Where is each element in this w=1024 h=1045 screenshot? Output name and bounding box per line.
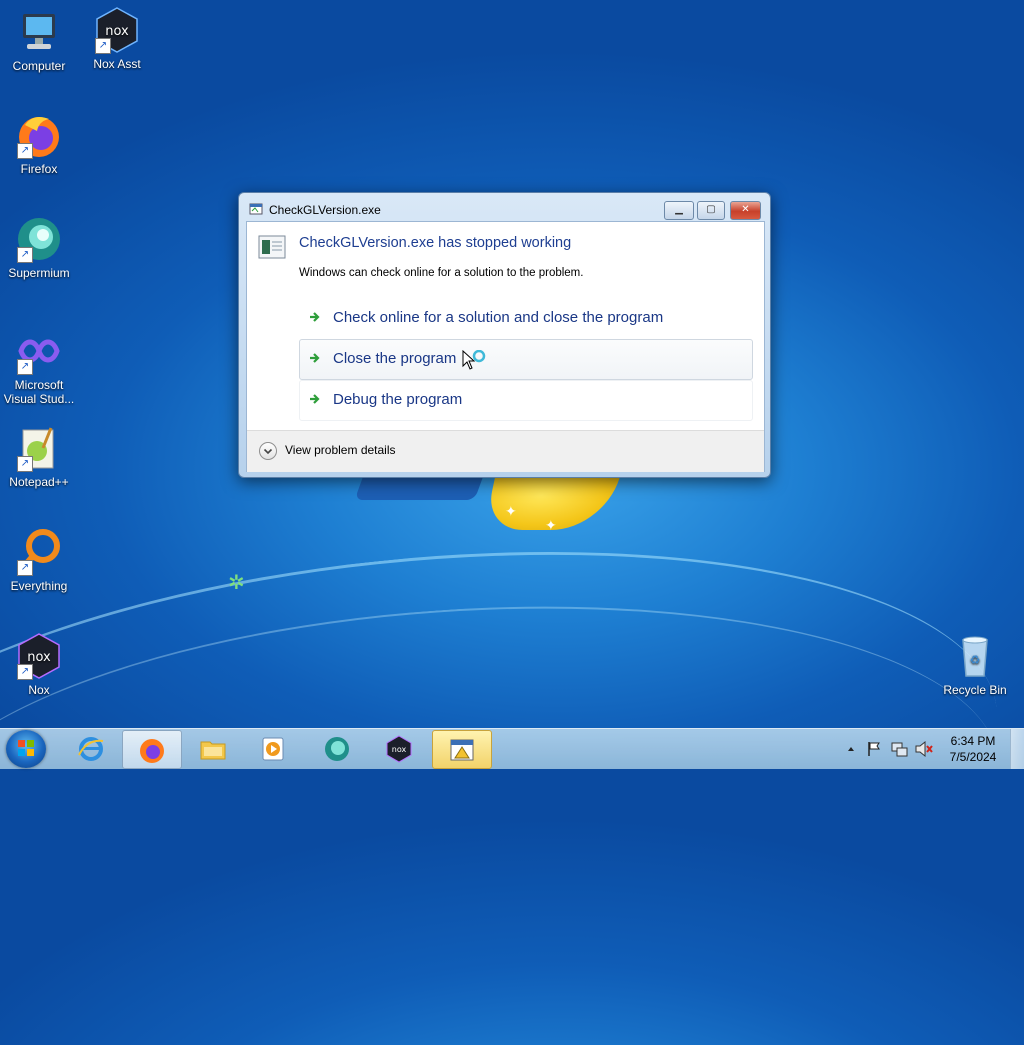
dialog-footer: View problem details bbox=[247, 430, 764, 472]
taskbar-firefox[interactable] bbox=[122, 730, 182, 769]
dialog-headline: CheckGLVersion.exe has stopped working bbox=[299, 235, 572, 251]
green-arrow-icon bbox=[308, 351, 322, 365]
explorer-folder-icon bbox=[199, 735, 227, 763]
computer-icon bbox=[15, 8, 63, 56]
error-dialog: CheckGLVersion.exe ▁ ▢ ✕ CheckGLVersion.… bbox=[238, 192, 771, 478]
wallpaper-sparkle: ✲ bbox=[228, 570, 245, 594]
shortcut-arrow-icon: ↗ bbox=[17, 143, 33, 159]
visual-studio-icon: ↗ bbox=[15, 327, 63, 375]
debug-program-option[interactable]: Debug the program bbox=[299, 380, 753, 421]
program-window-icon bbox=[258, 235, 286, 259]
everything-search-icon: ↗ bbox=[15, 528, 63, 576]
nox-icon: nox ↗ bbox=[15, 632, 63, 680]
action-center-icon[interactable] bbox=[866, 739, 882, 759]
nox-asst-icon: nox ↗ bbox=[93, 6, 141, 54]
dialog-subtext: Windows can check online for a solution … bbox=[299, 267, 584, 279]
maximize-icon: ▢ bbox=[706, 204, 716, 215]
minimize-icon: ▁ bbox=[675, 204, 683, 215]
chevron-up-icon bbox=[848, 747, 854, 751]
shortcut-arrow-icon: ↗ bbox=[95, 38, 111, 54]
svg-text:♻: ♻ bbox=[970, 653, 981, 667]
taskbar-internet-explorer[interactable] bbox=[62, 730, 120, 767]
check-online-option[interactable]: Check online for a solution and close th… bbox=[299, 298, 753, 339]
minimize-button[interactable]: ▁ bbox=[664, 201, 694, 220]
maximize-button[interactable]: ▢ bbox=[697, 201, 725, 220]
shortcut-arrow-icon: ↗ bbox=[17, 456, 33, 472]
view-details-link[interactable]: View problem details bbox=[285, 443, 396, 457]
supermium-icon bbox=[323, 735, 351, 763]
wallpaper-swoosh bbox=[0, 572, 1012, 1030]
desktop-icon-supermium[interactable]: ↗ Supermium bbox=[0, 215, 78, 280]
desktop-icon-firefox[interactable]: ↗ Firefox bbox=[0, 111, 78, 176]
internet-explorer-icon bbox=[77, 735, 105, 763]
shortcut-arrow-icon: ↗ bbox=[17, 664, 33, 680]
svg-text:nox: nox bbox=[27, 650, 51, 665]
close-icon: ✕ bbox=[741, 204, 750, 215]
option-label: Debug the program bbox=[333, 391, 463, 408]
taskbar-explorer[interactable] bbox=[184, 730, 242, 767]
option-label: Close the program bbox=[333, 350, 457, 367]
svg-text:nox: nox bbox=[105, 24, 129, 39]
taskbar-nox[interactable]: nox bbox=[370, 730, 428, 767]
desktop-icon-nox-asst[interactable]: nox ↗ Nox Asst bbox=[78, 6, 156, 71]
wallpaper-swoosh bbox=[0, 498, 1019, 1045]
svg-text:nox: nox bbox=[392, 745, 407, 754]
shortcut-arrow-icon: ↗ bbox=[17, 359, 33, 375]
error-report-icon bbox=[448, 736, 476, 764]
show-hidden-icons-button[interactable] bbox=[846, 739, 856, 759]
taskbar-supermium[interactable] bbox=[308, 730, 366, 767]
clock-date: 7/5/2024 bbox=[949, 750, 997, 764]
green-arrow-icon bbox=[308, 392, 322, 406]
wallpaper-sparkle: ✦ bbox=[545, 518, 557, 534]
app-icon bbox=[249, 202, 263, 216]
firefox-icon: ↗ bbox=[15, 111, 63, 159]
busy-cursor-icon bbox=[462, 349, 488, 375]
taskbar: nox 6:34 PM 7/5/2024 bbox=[0, 728, 1024, 769]
expand-details-button[interactable] bbox=[259, 442, 277, 460]
option-label: Check online for a solution and close th… bbox=[333, 309, 664, 326]
dialog-title: CheckGLVersion.exe bbox=[269, 203, 381, 217]
recycle-bin-icon: ♻ bbox=[951, 632, 999, 680]
volume-muted-icon[interactable] bbox=[914, 739, 934, 759]
start-button[interactable] bbox=[6, 730, 46, 768]
desktop-icon-nox[interactable]: nox ↗ Nox bbox=[0, 632, 78, 697]
desktop-icon-recycle-bin[interactable]: ♻ Recycle Bin bbox=[936, 632, 1014, 697]
wallpaper-sparkle: ✦ bbox=[505, 504, 517, 520]
close-button[interactable]: ✕ bbox=[730, 201, 761, 220]
shortcut-arrow-icon: ↗ bbox=[17, 247, 33, 263]
firefox-icon bbox=[138, 736, 166, 764]
desktop-icon-computer[interactable]: Computer bbox=[0, 8, 78, 73]
supermium-icon: ↗ bbox=[15, 215, 63, 263]
shortcut-arrow-icon: ↗ bbox=[17, 560, 33, 576]
desktop-icon-notepadpp[interactable]: ↗ Notepad++ bbox=[0, 424, 78, 489]
media-player-icon bbox=[259, 735, 287, 763]
nox-icon: nox bbox=[385, 735, 413, 763]
system-clock[interactable]: 6:34 PM 7/5/2024 bbox=[940, 733, 1006, 765]
clock-time: 6:34 PM bbox=[950, 734, 996, 748]
chevron-down-icon bbox=[263, 448, 273, 455]
close-program-option[interactable]: Close the program bbox=[299, 339, 753, 380]
green-arrow-icon bbox=[308, 310, 322, 324]
show-desktop-button[interactable] bbox=[1010, 729, 1024, 769]
dialog-body: CheckGLVersion.exe has stopped working W… bbox=[246, 221, 765, 472]
desktop-icon-everything[interactable]: ↗ Everything bbox=[0, 528, 78, 593]
taskbar-error-report[interactable] bbox=[432, 730, 492, 769]
desktop-icon-visual-studio[interactable]: ↗ Microsoft Visual Stud... bbox=[0, 327, 78, 406]
taskbar-media-player[interactable] bbox=[244, 730, 302, 767]
windows-logo-icon bbox=[18, 740, 34, 756]
notepadpp-icon: ↗ bbox=[15, 424, 63, 472]
network-icon[interactable] bbox=[890, 739, 908, 759]
